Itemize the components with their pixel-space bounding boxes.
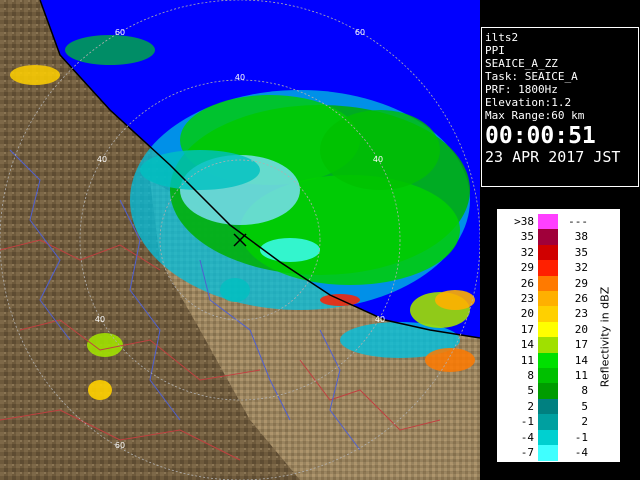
legend-row: 8 11 (498, 368, 619, 384)
legend-lower-bound: -4 (520, 430, 534, 444)
legend-swatch (538, 368, 558, 384)
legend-lower-bound: 17 (520, 322, 534, 336)
legend-upper-bound: 20 (574, 322, 588, 336)
radar-name: ilts2 (485, 31, 519, 44)
legend-upper-bound: 11 (574, 369, 588, 382)
legend-row: >38 --- (498, 214, 619, 230)
range-label: 40 (97, 155, 107, 164)
info-panel: ilts2 PPI SEAICE_A_ZZ Task: SEAICE_A PRF… (481, 27, 639, 187)
legend-lower-bound: 26 (520, 276, 534, 290)
legend-lower-bound: 2 (527, 399, 534, 413)
range-label: 40 (373, 155, 383, 164)
legend-upper-bound: -4 (574, 446, 588, 459)
legend-lower-bound: 20 (520, 307, 534, 321)
legend-upper-bound: 2 (581, 415, 588, 429)
legend-swatch (538, 321, 558, 338)
legend-lower-bound: -1 (520, 415, 534, 429)
legend-swatch (538, 398, 558, 415)
scan-type: PPI (485, 44, 505, 57)
legend-swatch (538, 214, 558, 230)
legend-swatch (538, 260, 558, 277)
legend-lower-bound: 29 (520, 261, 534, 275)
legend-swatch (538, 414, 558, 431)
legend-swatch (538, 337, 558, 354)
legend-row: 58 (498, 383, 619, 400)
legend-upper-bound: 23 (574, 307, 588, 321)
legend-upper-bound: 26 (574, 292, 588, 305)
range-label: 60 (115, 28, 125, 37)
legend-lower-bound: -7 (520, 446, 534, 459)
legend-row: 32 35 (498, 244, 619, 261)
legend-row: 14 17 (498, 337, 619, 354)
legend-swatch (538, 383, 558, 400)
legend-row: 20 23 (498, 306, 619, 323)
legend-upper-bound: 32 (574, 261, 588, 275)
range-label: 40 (375, 315, 385, 324)
legend-upper-bound: 35 (574, 245, 588, 259)
range-label: 40 (95, 315, 105, 324)
max-range-value: Max Range:60 km (485, 109, 585, 122)
legend-upper-bound: 38 (574, 230, 588, 244)
prf-value: PRF: 1800Hz (485, 83, 558, 96)
legend-row: 17 20 (498, 321, 619, 338)
legend-lower-bound: 35 (520, 230, 534, 244)
legend-upper-bound: 8 (581, 384, 588, 398)
legend-row: 26 29 (498, 275, 619, 292)
legend-row: -4 -1 (498, 429, 619, 446)
legend-row: 35 38 (498, 229, 619, 246)
legend-upper-bound: --- (568, 215, 588, 228)
legend-upper-bound: 5 (581, 399, 588, 413)
legend-swatch (538, 445, 558, 461)
legend-swatch (538, 429, 558, 446)
legend-swatch (538, 275, 558, 292)
legend-lower-bound: 8 (527, 369, 534, 382)
legend-swatch (538, 306, 558, 323)
legend-row: 29 32 (498, 260, 619, 277)
legend-swatch (538, 229, 558, 246)
legend-upper-bound: 14 (574, 353, 588, 367)
range-label: 60 (115, 441, 125, 450)
legend-lower-bound: 23 (520, 292, 534, 305)
legend-row: 23 26 (498, 291, 619, 307)
legend-lower-bound: 5 (527, 384, 534, 398)
legend-lower-bound: 14 (520, 338, 534, 352)
scan-time: 00:00:51 (485, 123, 596, 149)
legend-upper-bound: 29 (574, 276, 588, 290)
legend-row: -1 2 (498, 414, 619, 431)
color-legend: Reflectivity in dBZ >38 --- 35 38 32 35 29 32 26… (497, 209, 620, 462)
legend-upper-bound: -1 (574, 430, 588, 444)
scan-date: 23 APR 2017 JST (485, 148, 621, 166)
product-name: SEAICE_A_ZZ (485, 57, 558, 70)
legend-row: 25 (498, 398, 619, 415)
legend-row: -7 -4 (498, 445, 619, 461)
legend-lower-bound: >38 (514, 215, 534, 228)
range-label: 60 (355, 28, 365, 37)
legend-swatch (538, 244, 558, 261)
legend-upper-bound: 17 (574, 338, 588, 352)
elevation-value: Elevation:1.2 (485, 96, 572, 109)
legend-lower-bound: 11 (520, 353, 534, 367)
radar-ppi-map[interactable]: 60 60 40 40 40 40 40 60 (0, 0, 480, 480)
legend-swatch (538, 352, 558, 369)
legend-lower-bound: 32 (520, 245, 534, 259)
task-name: Task: SEAICE_A (485, 70, 578, 83)
legend-row: 11 14 (498, 352, 619, 369)
legend-swatch (538, 291, 558, 307)
range-label: 40 (235, 73, 245, 82)
